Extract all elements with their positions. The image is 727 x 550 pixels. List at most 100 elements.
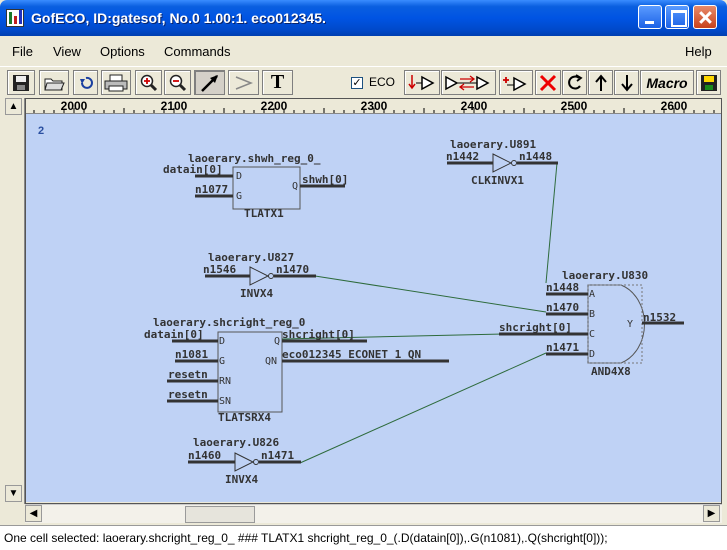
add-buffer-button[interactable] (499, 70, 533, 95)
undo-icon (79, 76, 93, 89)
pin-label: C (589, 329, 595, 340)
cell-type-label: CLKINVX1 (471, 174, 524, 187)
pin-label: SN (219, 396, 231, 407)
net-label: n1471 (261, 449, 294, 462)
wire-icon (235, 75, 253, 90)
net-label: n1081 (175, 348, 208, 361)
cell-type-label: TLATSRX4 (218, 411, 271, 424)
net-label: resetn (168, 388, 208, 401)
net-label: n1470 (276, 263, 309, 276)
menu-bar: File View Options Commands Help (0, 36, 727, 66)
net-label: n1532 (643, 311, 676, 324)
save-button[interactable] (7, 70, 35, 95)
eco-checkbox[interactable]: ✓ (351, 77, 363, 89)
pin-label: Q (274, 336, 280, 347)
select-tool-button[interactable] (194, 70, 225, 95)
insert-buffer-pair-button[interactable] (441, 70, 496, 95)
scroll-down-arrow[interactable]: ▼ (5, 485, 22, 502)
wire-n1470[interactable] (314, 275, 547, 313)
pin-label: D (589, 349, 595, 360)
wires (281, 162, 558, 464)
wire-tool-button[interactable] (228, 70, 259, 95)
net-label: n1448 (519, 150, 552, 163)
open-button[interactable] (39, 70, 69, 95)
pin-label: RN (219, 376, 231, 387)
vertical-scrollbar[interactable]: ▲ ▼ (3, 98, 25, 504)
toolbar: T ✓ ECO Macro (0, 66, 727, 97)
macro-button[interactable]: Macro (640, 70, 694, 95)
scroll-left-arrow[interactable]: ◀ (25, 505, 42, 522)
arrow-up-icon (594, 73, 607, 91)
status-text: One cell selected: laoerary.shcright_reg… (4, 531, 608, 545)
menu-commands[interactable]: Commands (164, 44, 230, 59)
net-label: n1471 (546, 341, 579, 354)
app-icon (6, 9, 24, 27)
cell-type-label: AND4X8 (591, 365, 631, 378)
save-eco-button[interactable] (696, 70, 721, 95)
horizontal-scrollbar[interactable]: ◀ ▶ (25, 504, 722, 523)
cell-shcright-reg[interactable]: laoerary.shcright_reg_0 D G RN SN Q QN d… (144, 316, 449, 424)
ruler-label: 2500 (561, 99, 588, 113)
zoom-out-icon (169, 74, 186, 91)
open-folder-icon (44, 78, 65, 90)
cell-shwh-reg[interactable]: laoerary.shwh_reg_0_ D G Q datain[0] n10… (163, 152, 348, 220)
move-down-button[interactable] (614, 70, 639, 95)
net-label: n1448 (546, 281, 579, 294)
delete-button[interactable] (535, 70, 561, 95)
net-label: shwh[0] (302, 173, 348, 186)
minimize-button[interactable] (638, 5, 662, 29)
menu-file[interactable]: File (12, 44, 33, 59)
remove-buffer-icon (408, 74, 435, 90)
wire-n1448[interactable] (545, 162, 558, 284)
cell-type-label: TLATX1 (244, 207, 284, 220)
maximize-button[interactable] (665, 5, 689, 29)
net-label: shcright[0] (282, 328, 355, 341)
cell-u891[interactable]: laoerary.U891 n1442 n1448 CLKINVX1 (446, 138, 558, 187)
cell-type-label: INVX4 (225, 473, 258, 486)
menu-options[interactable]: Options (100, 44, 145, 59)
remove-buffer-button[interactable] (404, 70, 440, 95)
schematic-canvas[interactable]: 2 laoerary.shwh_reg_0_ D G Q datain[0] n… (25, 114, 722, 502)
pin-label: D (219, 336, 225, 347)
status-bar: One cell selected: laoerary.shcright_reg… (0, 525, 727, 550)
arrow-pointer-icon (200, 74, 218, 92)
cell-body (232, 166, 301, 210)
scroll-up-arrow[interactable]: ▲ (5, 98, 22, 115)
pin-label: Y (627, 319, 633, 330)
menu-help[interactable]: Help (685, 44, 712, 59)
buffer-pair-icon (444, 74, 490, 91)
print-button[interactable] (101, 70, 131, 95)
cell-u827[interactable]: laoerary.U827 n1546 n1470 INVX4 (203, 251, 316, 300)
cell-u826[interactable]: laoerary.U826 n1460 n1471 INVX4 (188, 436, 301, 486)
macro-label: Macro (646, 74, 688, 91)
pin-label: Q (292, 181, 298, 192)
title-bar[interactable]: GofECO, ID:gatesof, No.0 1.00:1. eco0123… (0, 0, 727, 36)
net-label: shcright[0] (499, 321, 572, 334)
page-number: 2 (38, 125, 44, 137)
net-label: n1077 (195, 183, 228, 196)
pin-label: G (236, 191, 242, 202)
net-label: resetn (168, 368, 208, 381)
delete-x-icon (539, 74, 557, 91)
pin-label: B (589, 309, 595, 320)
arrow-down-icon (620, 74, 633, 92)
net-label: datain[0] (144, 328, 204, 341)
zoom-in-button[interactable] (135, 70, 162, 95)
wire-n1471[interactable] (299, 352, 547, 464)
horizontal-scroll-thumb[interactable] (185, 506, 255, 523)
pin-label: A (589, 289, 595, 300)
rotate-icon (567, 73, 583, 90)
close-button[interactable] (693, 5, 717, 29)
zoom-out-button[interactable] (164, 70, 191, 95)
move-up-button[interactable] (588, 70, 613, 95)
add-buffer-icon (503, 76, 527, 91)
redo-button[interactable] (562, 70, 587, 95)
menu-view[interactable]: View (53, 44, 81, 59)
scroll-right-arrow[interactable]: ▶ (703, 505, 720, 522)
pin-label: D (236, 171, 242, 182)
net-label: n1470 (546, 301, 579, 314)
text-tool-button[interactable]: T (262, 70, 293, 95)
ruler-label: 2600 (661, 99, 688, 113)
undo-button[interactable] (73, 70, 98, 95)
pin-label: QN (265, 356, 277, 367)
